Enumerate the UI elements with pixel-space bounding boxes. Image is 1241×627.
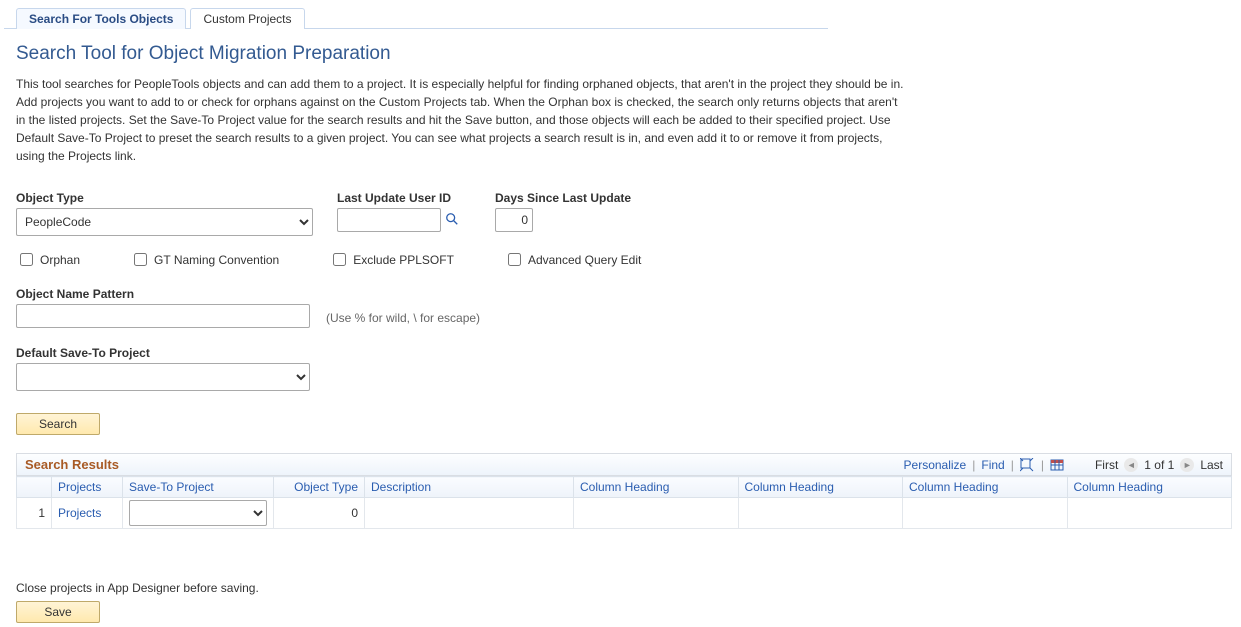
gt-naming-checkbox[interactable] xyxy=(134,253,147,266)
pager-text: 1 of 1 xyxy=(1144,458,1174,472)
next-arrow-icon[interactable]: ► xyxy=(1180,458,1194,472)
pattern-input[interactable] xyxy=(16,304,310,328)
last-user-input[interactable] xyxy=(337,208,441,232)
pattern-hint: (Use % for wild, \ for escape) xyxy=(326,311,480,328)
table-row: 1 Projects 0 xyxy=(17,498,1232,529)
tab-custom-projects[interactable]: Custom Projects xyxy=(190,8,304,29)
last-user-label: Last Update User ID xyxy=(337,191,459,205)
cell-rownum: 1 xyxy=(17,498,52,529)
tab-row: Search For Tools Objects Custom Projects xyxy=(4,4,828,29)
orphan-checkbox[interactable] xyxy=(20,253,33,266)
description-text: This tool searches for PeopleTools objec… xyxy=(16,75,906,165)
pattern-label: Object Name Pattern xyxy=(16,287,1241,301)
page-title: Search Tool for Object Migration Prepara… xyxy=(16,43,1241,65)
cell-c1 xyxy=(574,498,739,529)
download-icon[interactable] xyxy=(1050,457,1065,472)
cell-object-type: 0 xyxy=(274,498,365,529)
object-type-label: Object Type xyxy=(16,191,313,205)
col-heading-2[interactable]: Column Heading xyxy=(738,477,903,498)
cell-c3 xyxy=(903,498,1068,529)
prev-arrow-icon[interactable]: ◄ xyxy=(1124,458,1138,472)
results-grid: Search Results Personalize | Find | | Fi… xyxy=(16,453,1232,529)
col-object-type[interactable]: Object Type xyxy=(274,477,365,498)
first-link[interactable]: First xyxy=(1095,458,1118,472)
days-input[interactable] xyxy=(495,208,533,232)
zoom-icon[interactable] xyxy=(1020,457,1035,472)
exclude-pplsoft-checkbox[interactable] xyxy=(333,253,346,266)
cell-c4 xyxy=(1067,498,1232,529)
cell-description xyxy=(365,498,574,529)
col-heading-3[interactable]: Column Heading xyxy=(903,477,1068,498)
exclude-pplsoft-label: Exclude PPLSOFT xyxy=(353,253,454,267)
find-link[interactable]: Find xyxy=(981,458,1004,472)
footer-note: Close projects in App Designer before sa… xyxy=(16,581,1241,595)
grid-title: Search Results xyxy=(25,457,119,472)
default-project-select[interactable] xyxy=(16,363,310,391)
tab-search-tools-objects[interactable]: Search For Tools Objects xyxy=(16,8,186,29)
lookup-icon[interactable] xyxy=(445,212,459,229)
search-button[interactable]: Search xyxy=(16,413,100,435)
days-label: Days Since Last Update xyxy=(495,191,631,205)
default-project-label: Default Save-To Project xyxy=(16,346,1241,360)
last-link[interactable]: Last xyxy=(1200,458,1223,472)
save-button[interactable]: Save xyxy=(16,601,100,623)
col-rownum xyxy=(17,477,52,498)
personalize-link[interactable]: Personalize xyxy=(904,458,967,472)
col-projects[interactable]: Projects xyxy=(52,477,123,498)
col-heading-4[interactable]: Column Heading xyxy=(1067,477,1232,498)
row-save-to-select[interactable] xyxy=(129,500,267,526)
advanced-query-label: Advanced Query Edit xyxy=(528,253,641,267)
projects-link[interactable]: Projects xyxy=(58,506,101,520)
col-description[interactable]: Description xyxy=(365,477,574,498)
cell-c2 xyxy=(738,498,903,529)
object-type-select[interactable]: PeopleCode xyxy=(16,208,313,236)
advanced-query-checkbox[interactable] xyxy=(508,253,521,266)
gt-naming-label: GT Naming Convention xyxy=(154,253,279,267)
col-save-to[interactable]: Save-To Project xyxy=(123,477,274,498)
orphan-label: Orphan xyxy=(40,253,80,267)
col-heading-1[interactable]: Column Heading xyxy=(574,477,739,498)
